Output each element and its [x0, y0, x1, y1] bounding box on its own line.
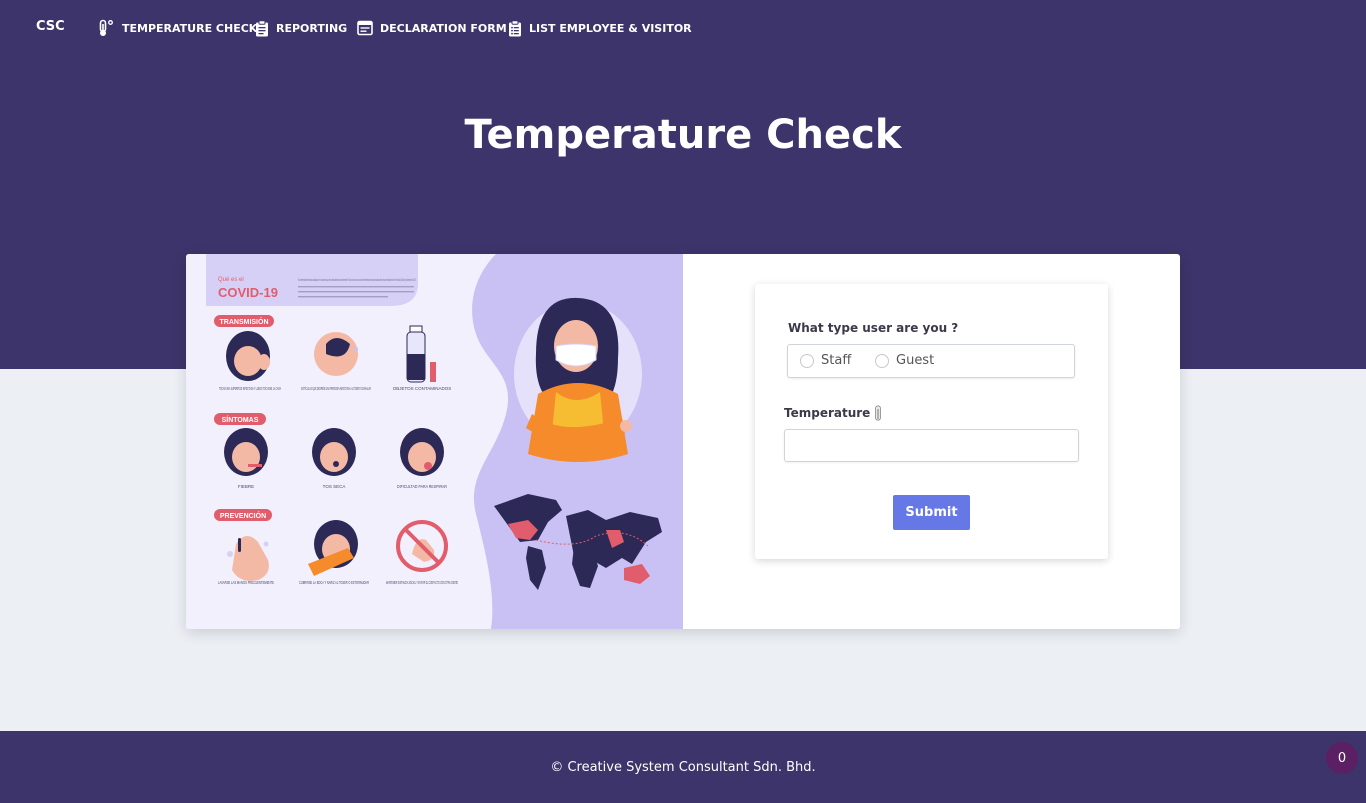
covid-infographic-art: Qué es el COVID-19 Es la enfermedad infe… [206, 254, 683, 629]
nav-list-employee-visitor[interactable]: LIST EMPLOYEE & VISITOR [508, 18, 692, 38]
touching-face-figure [226, 331, 270, 381]
radio-staff-circle[interactable] [800, 353, 814, 368]
nav-reporting[interactable]: REPORTING [255, 18, 347, 38]
nav-temperature-check[interactable]: TEMPERATURE CHECK [97, 18, 257, 38]
sintomas-item-3: DIFICULTAD PARA RESPIRAR [397, 484, 448, 489]
section-prevencion: PREVENCIÓN [220, 511, 266, 520]
sintomas-item-2: TOS SECA [323, 484, 346, 489]
user-type-label: What type user are you ? [788, 321, 959, 335]
transmision-item-1: TOCAR UNA SUPERFICIE INFECTADA Y LUEGO T… [219, 386, 281, 391]
covid-heading: COVID-19 [218, 285, 278, 300]
brand-logo[interactable]: CSC [36, 19, 65, 34]
nav-label: TEMPERATURE CHECK [122, 21, 258, 35]
temperature-form: What type user are you ? Staff Guest Tem… [755, 284, 1108, 559]
top-navbar: CSC TEMPERATURE CHECK REPORTING DECLARAT… [0, 0, 1366, 56]
radio-guest[interactable]: Guest [875, 353, 934, 368]
covid-heading-small: Qué es el [218, 277, 244, 283]
fever-figure [224, 428, 268, 476]
footer: © Creative System Consultant Sdn. Bhd. [0, 731, 1366, 803]
droplets-figure [314, 332, 358, 376]
page-title: Temperature Check [464, 112, 902, 158]
prevencion-item-2: CUBRIRSE LA BOCA Y NARIZ AL TOSER O ESTO… [299, 580, 369, 585]
temperature-input[interactable] [784, 429, 1079, 462]
transmision-item-3: OBJETOS CONTAMINADOS [393, 386, 452, 391]
nav-label: LIST EMPLOYEE & VISITOR [529, 21, 692, 35]
submit-button[interactable]: Submit [893, 495, 970, 530]
breathing-difficulty-figure [400, 428, 444, 476]
temperature-label: Temperature [784, 406, 871, 420]
transmision-item-2: GOTÍCULAS QUE DESPIDE UNA PERSONA INFECT… [301, 385, 371, 391]
nav-declaration-form[interactable]: DECLARATION FORM [357, 18, 507, 38]
radio-staff[interactable]: Staff [800, 353, 851, 368]
section-transmision: TRANSMISIÓN [220, 317, 269, 326]
radio-guest-label: Guest [896, 353, 935, 368]
section-sintomas: SÍNTOMAS [222, 415, 259, 424]
bottle-figure [406, 325, 436, 383]
radio-staff-label: Staff [821, 353, 852, 368]
social-distance-figure [396, 520, 448, 572]
washing-hands-figure [227, 535, 269, 581]
nav-label: REPORTING [276, 21, 348, 35]
footer-copyright: © Creative System Consultant Sdn. Bhd. [550, 760, 816, 775]
prevencion-item-1: LAVARSE LAS MANOS FRECUENTEMENTE [218, 580, 274, 585]
thermometer-icon [875, 405, 882, 421]
covering-mouth-figure [308, 520, 358, 576]
notification-badge[interactable]: 0 [1326, 742, 1358, 774]
user-type-radio-group: Staff Guest [787, 344, 1075, 378]
temperature-label-row: Temperature [784, 405, 882, 421]
sintomas-item-1: FIEBRE [238, 484, 254, 489]
form-icon [357, 20, 373, 36]
clipboard-icon [256, 19, 268, 36]
radio-guest-circle[interactable] [875, 353, 889, 368]
nav-label: DECLARATION FORM [380, 21, 507, 35]
covid-infographic: Qué es el COVID-19 Es la enfermedad infe… [186, 254, 683, 629]
thermometer-icon [99, 19, 113, 36]
prevencion-item-3: MANTENER DISTANCIA SOCIAL Y EVITAR EL CO… [386, 580, 458, 585]
dry-cough-figure [312, 428, 356, 476]
clipboard-list-icon [509, 19, 521, 36]
covid-intro: Es la enfermedad infecciosa causada por … [298, 277, 416, 282]
